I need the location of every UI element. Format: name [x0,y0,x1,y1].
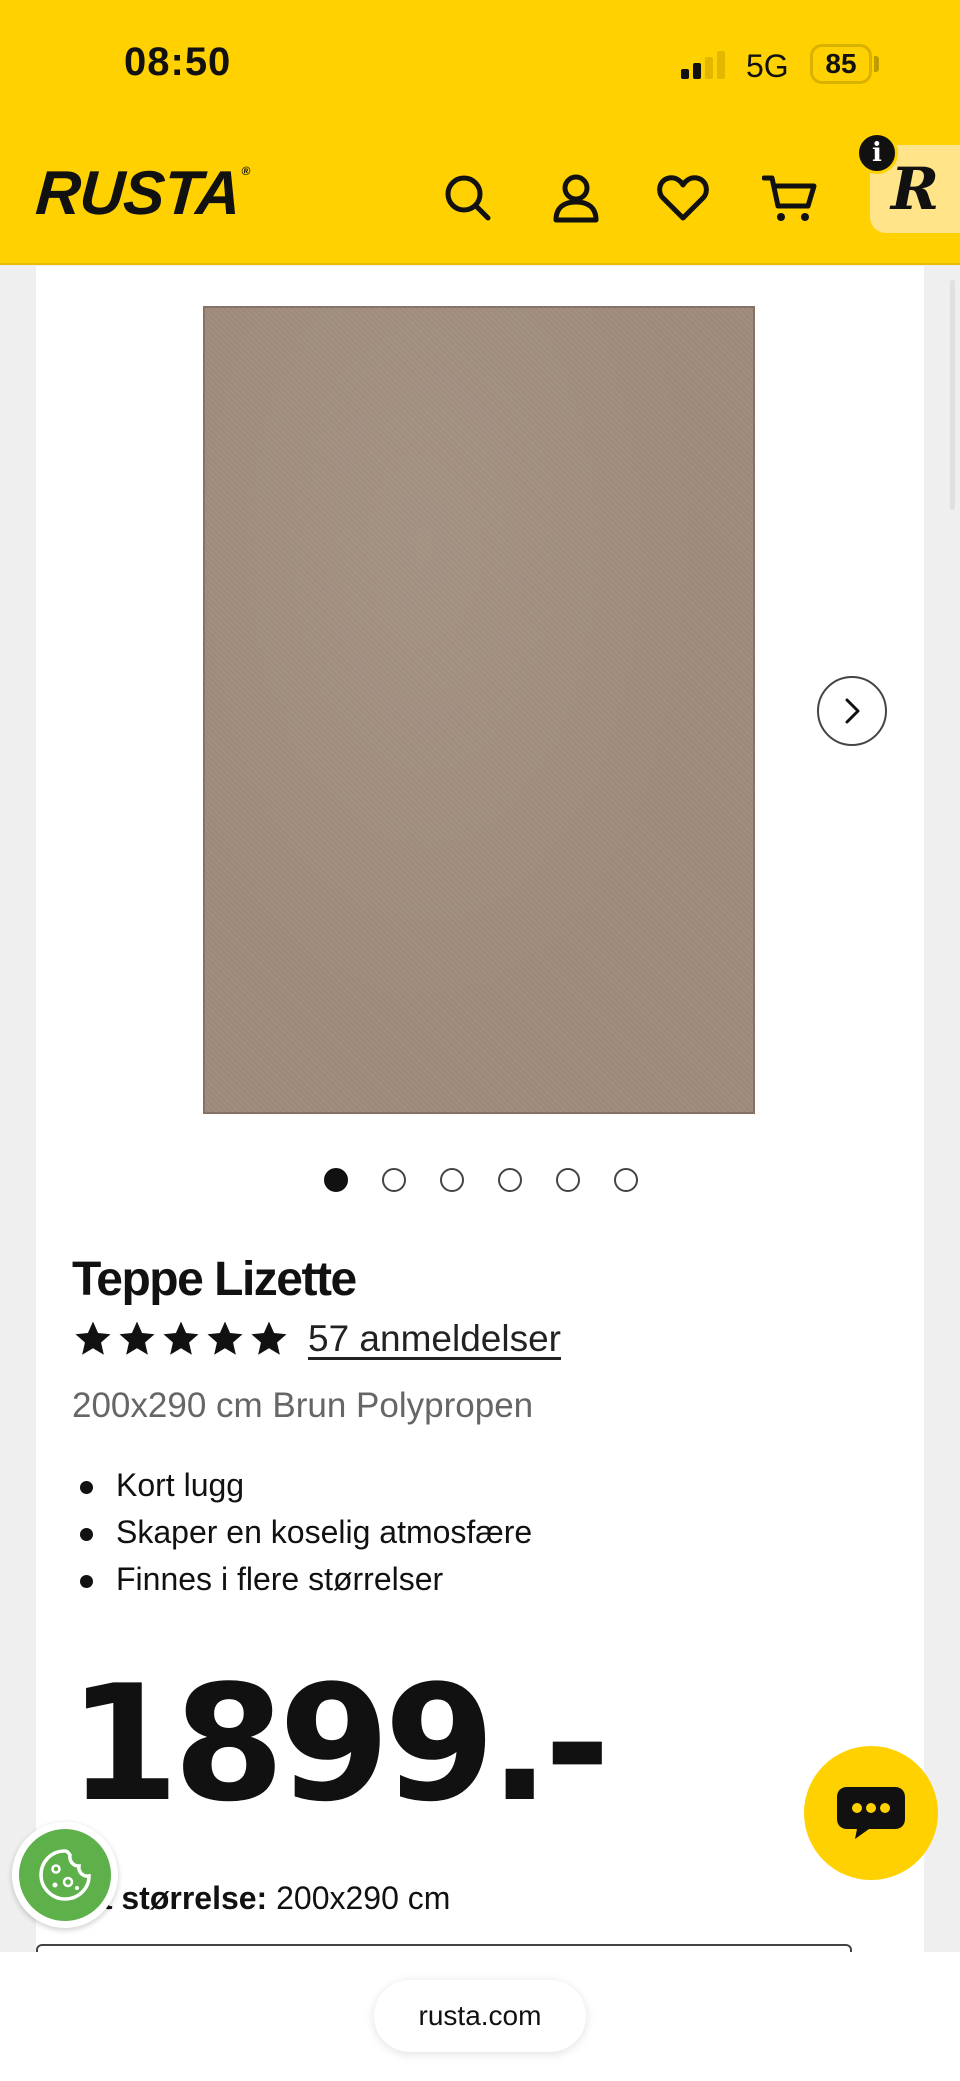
chat-button[interactable] [804,1746,938,1880]
logo-registered-mark: ® [241,164,250,178]
battery-level: 85 [825,48,857,79]
account-icon[interactable] [548,170,604,226]
search-icon[interactable] [440,170,496,226]
gallery-dot[interactable] [324,1168,348,1192]
gallery-dot[interactable] [382,1168,406,1192]
star-icon [207,1321,243,1355]
battery-tip [874,56,879,72]
url-pill[interactable]: rusta.com [374,1980,586,2052]
browser-bottom-bar: rusta.com [0,1952,960,2081]
rusta-logo[interactable]: RUSTA® [34,158,251,229]
reviews-link[interactable]: 57 anmeldelser [308,1318,561,1360]
rewards-letter: R [890,155,940,223]
star-icon [251,1321,287,1355]
gallery-dot[interactable] [556,1168,580,1192]
product-title: Teppe Lizette [72,1253,357,1306]
site-header: RUSTA® R i [0,130,960,265]
info-badge[interactable]: i [856,132,898,174]
info-letter: i [872,138,882,168]
product-card: Teppe Lizette 57 anmeldelser 200x290 cm … [36,266,924,1956]
status-time: 08:50 [124,40,232,84]
star-icon [75,1321,111,1355]
product-image[interactable] [203,306,755,1114]
signal-icon [681,51,725,79]
gallery-dots [324,1168,638,1192]
size-value: 200x290 cm [276,1880,451,1916]
logo-text: RUSTA [33,159,243,228]
gallery-dot[interactable] [498,1168,522,1192]
gallery-dot[interactable] [440,1168,464,1192]
gallery-dot[interactable] [614,1168,638,1192]
scrollbar[interactable] [950,280,955,510]
feature-item: Skaper en koselig atmosfære [72,1509,532,1556]
cart-icon[interactable] [761,170,818,226]
star-rating [72,1318,290,1360]
star-icon [119,1321,155,1355]
cookie-icon [19,1829,111,1921]
feature-list: Kort lugg Skaper en koselig atmosfære Fi… [72,1462,532,1603]
gallery-next-button[interactable] [817,676,887,746]
feature-item: Finnes i flere størrelser [72,1556,532,1603]
battery-icon: 85 [810,44,872,84]
star-icon [163,1321,199,1355]
chevron-right-icon [845,698,860,724]
product-price: 1899.- [68,1650,610,1837]
feature-item: Kort lugg [72,1462,532,1509]
rating-row: 57 anmeldelser [72,1318,561,1360]
status-bar: 08:50 5G 85 [0,0,960,130]
cookie-settings-button[interactable] [12,1822,118,1928]
heart-icon[interactable] [655,170,711,226]
product-subtitle: 200x290 cm Brun Polypropen [72,1386,534,1425]
chat-icon [837,1787,905,1839]
network-label: 5G [746,48,789,84]
